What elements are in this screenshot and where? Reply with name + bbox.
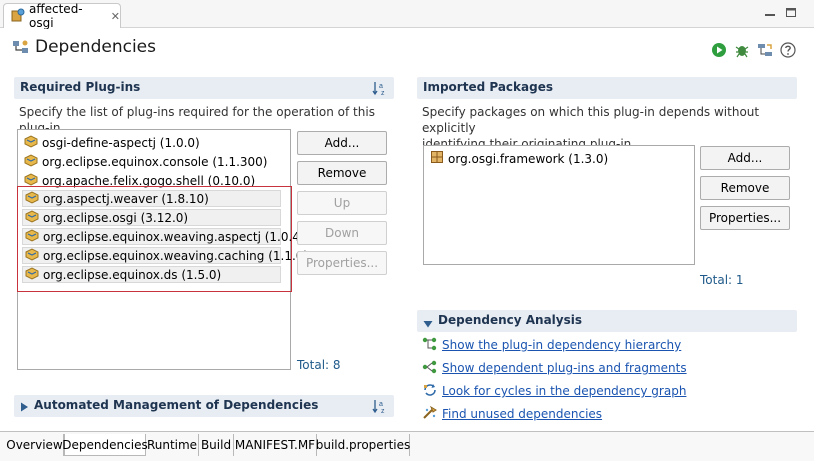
- plugin-label: org.eclipse.osgi (3.12.0): [43, 210, 189, 225]
- plugin-icon: [25, 190, 39, 207]
- plugin-icon: [25, 247, 39, 264]
- help-icon[interactable]: [780, 42, 796, 58]
- required-remove-button[interactable]: Remove: [297, 161, 387, 185]
- plugin-icon: [25, 266, 39, 283]
- svg-text:a: a: [379, 83, 383, 90]
- tab-manifest[interactable]: MANIFEST.MF: [234, 434, 317, 456]
- list-item[interactable]: org.eclipse.osgi (3.12.0): [22, 209, 281, 226]
- minimize-icon[interactable]: [763, 7, 777, 19]
- tab-build[interactable]: Build: [199, 434, 234, 456]
- package-label: org.osgi.framework (1.3.0): [448, 151, 609, 166]
- maximize-icon[interactable]: [784, 7, 798, 19]
- automated-management-title: Automated Management of Dependencies: [34, 398, 319, 412]
- page-tabs: Overview Dependencies Runtime Build MANI…: [0, 431, 814, 461]
- svg-text:z: z: [381, 90, 385, 96]
- show-hierarchy-link[interactable]: Show the plug-in dependency hierarchy: [442, 338, 681, 352]
- hierarchy-link-row[interactable]: Show the plug-in dependency hierarchy: [422, 336, 681, 354]
- list-item[interactable]: org.eclipse.equinox.weaving.caching (1.1…: [22, 247, 308, 264]
- plugin-icon: [25, 209, 39, 226]
- required-add-button[interactable]: Add...: [297, 131, 387, 155]
- editor-tab-bar: affected-osgi ✕: [0, 0, 814, 30]
- required-properties-button[interactable]: Properties...: [297, 251, 387, 275]
- list-item[interactable]: org.aspectj.weaver (1.8.10): [22, 190, 281, 207]
- plugin-label: org.eclipse.equinox.weaving.aspectj (1.0…: [43, 229, 320, 244]
- unused-link-row[interactable]: Find unused dependencies: [422, 405, 602, 423]
- svg-text:a: a: [379, 401, 383, 408]
- package-icon: [430, 150, 444, 167]
- list-item[interactable]: org.eclipse.equinox.weaving.aspectj (1.0…: [22, 228, 320, 245]
- list-item[interactable]: org.eclipse.equinox.ds (1.5.0): [22, 266, 281, 283]
- plugin-label: org.apache.felix.gogo.shell (0.10.0): [42, 173, 256, 188]
- cycles-icon: [422, 383, 438, 400]
- sort-alpha-icon[interactable]: az: [372, 398, 388, 417]
- imported-total: Total: 1: [700, 273, 744, 287]
- hierarchy-icon: [422, 337, 438, 354]
- plugin-label: org.eclipse.equinox.ds (1.5.0): [43, 267, 222, 282]
- dependents-link-row[interactable]: Show dependent plug-ins and fragments: [422, 359, 687, 377]
- required-total: Total: 8: [297, 358, 341, 372]
- plugin-icon: [24, 172, 38, 189]
- expand-arrow-icon[interactable]: [20, 401, 29, 415]
- debug-icon[interactable]: [734, 42, 750, 58]
- list-item[interactable]: org.apache.felix.gogo.shell (0.10.0): [24, 172, 255, 189]
- export-icon[interactable]: [757, 42, 773, 58]
- tab-runtime[interactable]: Runtime: [146, 434, 199, 456]
- show-dependents-link[interactable]: Show dependent plug-ins and fragments: [442, 361, 687, 375]
- required-plugins-section-header: Required Plug-ins az: [14, 77, 394, 99]
- imported-packages-list[interactable]: org.osgi.framework (1.3.0): [423, 145, 695, 265]
- required-up-button[interactable]: Up: [297, 191, 387, 215]
- sort-alpha-icon[interactable]: az: [372, 80, 388, 99]
- plugin-icon: [25, 228, 39, 245]
- editor-tab-title: affected-osgi: [29, 2, 83, 30]
- plugin-manifest-icon: [11, 8, 25, 25]
- cycles-link-row[interactable]: Look for cycles in the dependency graph: [422, 382, 686, 400]
- dependencies-icon: [12, 39, 30, 58]
- plugin-label: org.eclipse.equinox.weaving.caching (1.1…: [43, 248, 309, 263]
- automated-management-section-header[interactable]: Automated Management of Dependencies az: [14, 395, 394, 417]
- run-icon[interactable]: [711, 42, 727, 58]
- plugin-icon: [24, 134, 38, 151]
- collapse-arrow-icon[interactable]: [423, 317, 433, 331]
- list-item[interactable]: org.osgi.framework (1.3.0): [430, 150, 608, 167]
- plugin-label: org.aspectj.weaver (1.8.10): [43, 191, 209, 206]
- tab-dependencies[interactable]: Dependencies: [62, 434, 148, 456]
- dependency-analysis-section-header[interactable]: Dependency Analysis: [417, 310, 797, 332]
- imported-packages-section-header: Imported Packages: [417, 77, 797, 99]
- plugin-label: osgi-define-aspectj (1.0.0): [42, 135, 200, 150]
- plugin-label: org.eclipse.equinox.console (1.1.300): [42, 154, 268, 169]
- plugin-icon: [24, 153, 38, 170]
- close-tab-icon[interactable]: ✕: [111, 10, 120, 23]
- imported-packages-title: Imported Packages: [423, 80, 553, 94]
- imported-add-button[interactable]: Add...: [700, 146, 790, 170]
- unused-dependencies-icon: [422, 405, 438, 423]
- tab-build-properties[interactable]: build.properties: [316, 434, 410, 456]
- dependency-analysis-title: Dependency Analysis: [438, 313, 583, 327]
- tab-overview[interactable]: Overview: [6, 434, 64, 456]
- look-for-cycles-link[interactable]: Look for cycles in the dependency graph: [442, 384, 686, 398]
- list-item[interactable]: org.eclipse.equinox.console (1.1.300): [24, 153, 267, 170]
- list-item[interactable]: osgi-define-aspectj (1.0.0): [24, 134, 200, 151]
- form-header: Dependencies: [0, 29, 814, 69]
- page-title: Dependencies: [35, 37, 156, 57]
- find-unused-link[interactable]: Find unused dependencies: [442, 407, 602, 421]
- imported-properties-button[interactable]: Properties...: [700, 206, 790, 230]
- required-down-button[interactable]: Down: [297, 221, 387, 245]
- imported-description-line: Specify packages on which this plug-in d…: [422, 105, 760, 135]
- editor-tab[interactable]: affected-osgi ✕: [3, 2, 121, 30]
- required-plugins-title: Required Plug-ins: [20, 80, 141, 94]
- imported-remove-button[interactable]: Remove: [700, 176, 790, 200]
- dependents-icon: [422, 360, 438, 377]
- svg-text:z: z: [381, 408, 385, 414]
- required-plugins-list[interactable]: osgi-define-aspectj (1.0.0) org.eclipse.…: [17, 129, 320, 370]
